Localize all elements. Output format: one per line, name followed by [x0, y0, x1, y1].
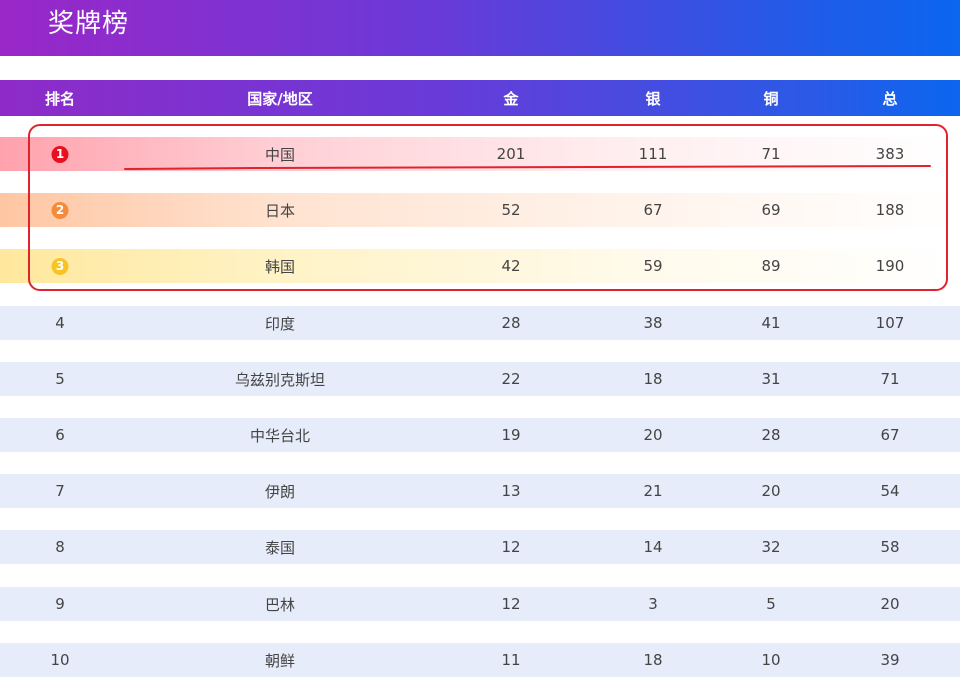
medal-table: 1 中国 201 111 71 383 2 日本 52 67 69 188 3 韩国 42 59 89 190 4 印… — [0, 0, 960, 678]
cell-country: 印度 — [264, 314, 296, 333]
cell-gold: 19 — [501, 426, 521, 444]
cell-rank: 9 — [55, 595, 65, 613]
table-row: 1 中国 201 111 71 383 — [0, 137, 960, 171]
cell-bronze: 5 — [766, 595, 776, 613]
cell-bronze: 69 — [761, 201, 781, 219]
cell-silver: 14 — [643, 538, 663, 556]
table-row: 9 巴林 12 3 5 20 — [0, 587, 960, 621]
cell-total: 190 — [875, 257, 905, 275]
cell-silver: 67 — [643, 201, 663, 219]
rank-medal-badge: 2 — [51, 201, 69, 219]
rank-medal-badge: 1 — [51, 145, 69, 163]
cell-bronze: 71 — [761, 145, 781, 163]
table-row: 2 日本 52 67 69 188 — [0, 193, 960, 227]
cell-silver: 59 — [643, 257, 663, 275]
cell-gold: 201 — [496, 145, 526, 163]
cell-country: 乌兹别克斯坦 — [234, 370, 326, 389]
cell-total: 20 — [880, 595, 900, 613]
cell-bronze: 20 — [761, 482, 781, 500]
table-row: 8 泰国 12 14 32 58 — [0, 530, 960, 564]
cell-gold: 11 — [501, 651, 521, 669]
cell-total: 67 — [880, 426, 900, 444]
cell-silver: 38 — [643, 314, 663, 332]
rank-badge-cell: 2 — [51, 193, 69, 227]
cell-silver: 18 — [643, 651, 663, 669]
cell-rank: 7 — [55, 482, 65, 500]
table-row: 3 韩国 42 59 89 190 — [0, 249, 960, 283]
cell-silver: 20 — [643, 426, 663, 444]
cell-silver: 18 — [643, 370, 663, 388]
cell-gold: 22 — [501, 370, 521, 388]
rank-medal-badge: 3 — [51, 257, 69, 275]
cell-rank: 4 — [55, 314, 65, 332]
cell-gold: 12 — [501, 595, 521, 613]
cell-total: 383 — [875, 145, 905, 163]
cell-rank: 10 — [50, 651, 70, 669]
cell-total: 54 — [880, 482, 900, 500]
cell-country: 韩国 — [264, 257, 296, 276]
cell-rank: 8 — [55, 538, 65, 556]
cell-gold: 52 — [501, 201, 521, 219]
cell-country: 中华台北 — [249, 426, 311, 445]
cell-gold: 12 — [501, 538, 521, 556]
cell-country: 巴林 — [264, 595, 296, 614]
cell-bronze: 31 — [761, 370, 781, 388]
cell-total: 188 — [875, 201, 905, 219]
cell-bronze: 28 — [761, 426, 781, 444]
cell-silver: 21 — [643, 482, 663, 500]
cell-total: 39 — [880, 651, 900, 669]
cell-gold: 28 — [501, 314, 521, 332]
cell-country: 朝鲜 — [264, 651, 296, 670]
cell-gold: 42 — [501, 257, 521, 275]
cell-total: 107 — [875, 314, 905, 332]
cell-country: 中国 — [264, 145, 296, 164]
table-row: 6 中华台北 19 20 28 67 — [0, 418, 960, 452]
cell-silver: 3 — [648, 595, 658, 613]
cell-rank: 5 — [55, 370, 65, 388]
cell-country: 日本 — [264, 201, 296, 220]
cell-bronze: 41 — [761, 314, 781, 332]
cell-gold: 13 — [501, 482, 521, 500]
cell-rank: 6 — [55, 426, 65, 444]
cell-silver: 111 — [638, 145, 668, 163]
cell-bronze: 32 — [761, 538, 781, 556]
cell-country: 伊朗 — [264, 482, 296, 501]
cell-bronze: 10 — [761, 651, 781, 669]
cell-country: 泰国 — [264, 538, 296, 557]
table-row: 10 朝鲜 11 18 10 39 — [0, 643, 960, 677]
cell-bronze: 89 — [761, 257, 781, 275]
cell-total: 58 — [880, 538, 900, 556]
table-row: 4 印度 28 38 41 107 — [0, 306, 960, 340]
table-row: 7 伊朗 13 21 20 54 — [0, 474, 960, 508]
table-row: 5 乌兹别克斯坦 22 18 31 71 — [0, 362, 960, 396]
cell-total: 71 — [880, 370, 900, 388]
rank-badge-cell: 1 — [51, 137, 69, 171]
rank-badge-cell: 3 — [51, 249, 69, 283]
